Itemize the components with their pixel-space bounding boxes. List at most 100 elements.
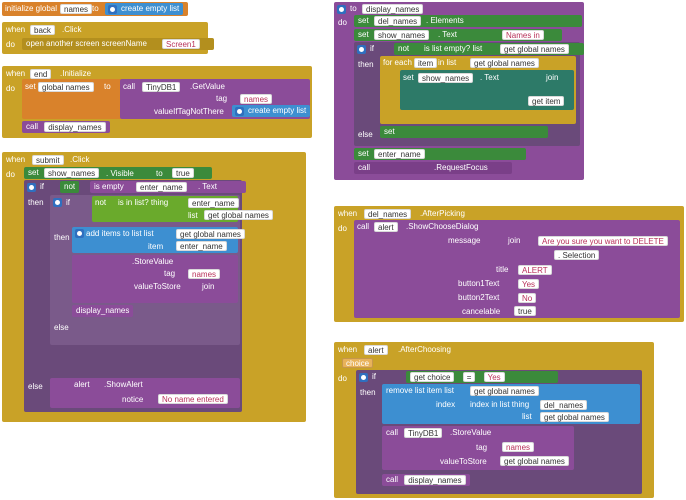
component-dropdown[interactable]: show_names bbox=[418, 73, 474, 83]
get-choice[interactable]: get choice bbox=[410, 372, 455, 382]
for-each-block[interactable]: for each item in list get global names s… bbox=[380, 56, 576, 124]
component-dropdown[interactable]: enter_name bbox=[176, 241, 227, 251]
request-focus-label: .RequestFocus bbox=[434, 163, 488, 172]
component-dropdown[interactable]: enter_name bbox=[136, 182, 187, 192]
get-global-names[interactable]: get global names bbox=[500, 456, 569, 466]
remove-list-item-block[interactable]: remove list item list get global names i… bbox=[382, 384, 640, 424]
to-label: to bbox=[156, 169, 163, 178]
text-names-in[interactable]: Names in bbox=[502, 30, 544, 40]
get-item[interactable]: get item bbox=[528, 96, 565, 106]
component-dropdown[interactable]: end bbox=[30, 69, 52, 79]
gear-icon[interactable] bbox=[337, 5, 346, 14]
show-alert-block[interactable]: alert .ShowAlert notice No name entered bbox=[50, 378, 240, 408]
gear-icon[interactable] bbox=[53, 198, 62, 207]
component-dropdown[interactable]: enter_name bbox=[374, 149, 425, 159]
component-dropdown[interactable]: enter_name bbox=[188, 198, 239, 208]
else-label: else bbox=[358, 130, 373, 139]
text-no[interactable]: No bbox=[518, 293, 537, 303]
get-global-names[interactable]: get global names bbox=[470, 386, 539, 396]
display-names-procedure[interactable]: to display_names do set del_names . Elem… bbox=[334, 2, 584, 180]
if-block[interactable]: if not is empty enter_name . Text then i… bbox=[24, 180, 273, 412]
tag-text[interactable]: names bbox=[502, 442, 535, 452]
gear-icon[interactable] bbox=[75, 229, 84, 238]
item-variable[interactable]: item bbox=[414, 58, 438, 68]
component-dropdown[interactable]: alert bbox=[374, 222, 398, 232]
component-dropdown[interactable]: alert bbox=[364, 345, 388, 355]
text-yes[interactable]: Yes bbox=[518, 279, 540, 289]
tag-text[interactable]: names bbox=[240, 94, 273, 104]
create-empty-list-block[interactable]: create empty list bbox=[232, 105, 311, 117]
call-display-names[interactable]: call display_names bbox=[382, 474, 470, 486]
component-dropdown[interactable]: show_names bbox=[374, 30, 430, 40]
component-dropdown[interactable]: del_names bbox=[364, 209, 412, 219]
component-dropdown[interactable]: show_names bbox=[44, 168, 100, 178]
procedure-dropdown[interactable]: display_names bbox=[404, 475, 466, 485]
show-choose-dialog-block[interactable]: call alert .ShowChooseDialog message joi… bbox=[354, 220, 680, 318]
text-no-name[interactable]: No name entered bbox=[158, 394, 228, 404]
component-dropdown[interactable]: back bbox=[30, 25, 55, 35]
gear-icon[interactable] bbox=[108, 5, 117, 14]
set-text-join-block[interactable]: set show_names . Text join get item bbox=[400, 70, 574, 110]
procedure-name[interactable]: display_names bbox=[362, 4, 424, 14]
if-block[interactable]: if get choice = Yes then remove list ite… bbox=[356, 370, 642, 494]
back-click-event[interactable]: when back .Click do open another screen … bbox=[2, 22, 214, 54]
del-after-picking-event[interactable]: when del_names .AfterPicking do call ale… bbox=[334, 206, 684, 322]
end-initialize-event[interactable]: when end .Initialize do set global names… bbox=[2, 66, 312, 138]
remove-label: remove list item list bbox=[386, 386, 455, 395]
component-dropdown[interactable]: del_names bbox=[540, 400, 588, 410]
tag-text[interactable]: names bbox=[188, 269, 221, 279]
boolean-value[interactable]: true bbox=[172, 168, 194, 178]
alert-label: alert bbox=[74, 380, 90, 389]
gear-icon[interactable] bbox=[357, 45, 366, 54]
call-display-names[interactable]: display_names bbox=[72, 305, 134, 317]
else-label: else bbox=[28, 382, 43, 391]
boolean-value[interactable]: true bbox=[514, 306, 536, 316]
set-text-blank-block[interactable]: set bbox=[380, 126, 548, 138]
join-label: join bbox=[508, 236, 521, 245]
set-global-names-block[interactable]: set global names to bbox=[22, 79, 122, 119]
screen-name-field[interactable]: Screen1 bbox=[162, 39, 200, 49]
not-block[interactable]: not is in list? thing enter_name list ge… bbox=[92, 196, 273, 222]
get-global-names[interactable]: get global names bbox=[176, 229, 245, 239]
parameter-choice[interactable]: choice bbox=[342, 358, 374, 368]
gear-icon[interactable] bbox=[27, 183, 36, 192]
not-block[interactable]: not bbox=[60, 181, 80, 193]
if-block[interactable]: if not is list empty? list get global na… bbox=[354, 42, 584, 146]
init-global-block[interactable]: initialize global names to create empty … bbox=[2, 2, 188, 16]
selection-property[interactable]: . Selection bbox=[554, 250, 600, 260]
create-empty-list-block[interactable]: create empty list bbox=[105, 3, 184, 15]
add-items-block[interactable]: add items to list list get global names … bbox=[72, 227, 245, 253]
tinydb-getvalue-block[interactable]: call TinyDB1 .GetValue tag names valueIf… bbox=[120, 79, 311, 119]
text-title[interactable]: ALERT bbox=[518, 265, 552, 275]
component-dropdown[interactable]: del_names bbox=[374, 16, 422, 26]
gear-icon[interactable] bbox=[235, 107, 244, 116]
component-dropdown[interactable]: TinyDB1 bbox=[142, 82, 181, 92]
compare-block[interactable]: get choice = Yes bbox=[406, 371, 558, 383]
inner-if-block[interactable]: if not is in list? thing enter_name list… bbox=[50, 195, 273, 345]
get-global-names[interactable]: get global names bbox=[540, 412, 609, 422]
component-dropdown[interactable]: TinyDB1 bbox=[404, 428, 443, 438]
component-dropdown[interactable]: submit bbox=[32, 155, 64, 165]
call-display-names[interactable]: call display_names bbox=[22, 121, 110, 133]
global-name-field[interactable]: names bbox=[60, 4, 93, 14]
property-label: . Text bbox=[480, 73, 499, 82]
alert-after-choosing-event[interactable]: when alert .AfterChoosing choice do if g… bbox=[334, 342, 654, 498]
to-label: to bbox=[92, 4, 99, 13]
get-global-names[interactable]: get global names bbox=[500, 44, 569, 54]
equals-operator[interactable]: = bbox=[462, 372, 476, 382]
then-label: then bbox=[360, 388, 376, 397]
gear-icon[interactable] bbox=[359, 373, 368, 382]
get-global-names[interactable]: get global names bbox=[470, 58, 539, 68]
text-yes[interactable]: Yes bbox=[483, 372, 505, 382]
tinydb-storevalue-block[interactable]: call TinyDB1 .StoreValue tag names value… bbox=[382, 426, 574, 470]
procedure-dropdown[interactable]: display_names bbox=[44, 122, 106, 132]
call-label: call bbox=[386, 428, 399, 437]
get-global-names[interactable]: get global names bbox=[204, 210, 273, 220]
tinydb-storevalue-block[interactable]: .StoreValue tag names valueToStore join bbox=[72, 255, 238, 303]
text-prompt[interactable]: Are you sure you want to DELETE bbox=[538, 236, 668, 246]
list-label: list bbox=[522, 412, 532, 421]
submit-click-event[interactable]: when submit .Click do set show_names . V… bbox=[2, 152, 306, 422]
variable-dropdown[interactable]: global names bbox=[38, 82, 94, 92]
when-label: when bbox=[338, 345, 358, 354]
request-focus-block[interactable]: call bbox=[354, 162, 512, 174]
